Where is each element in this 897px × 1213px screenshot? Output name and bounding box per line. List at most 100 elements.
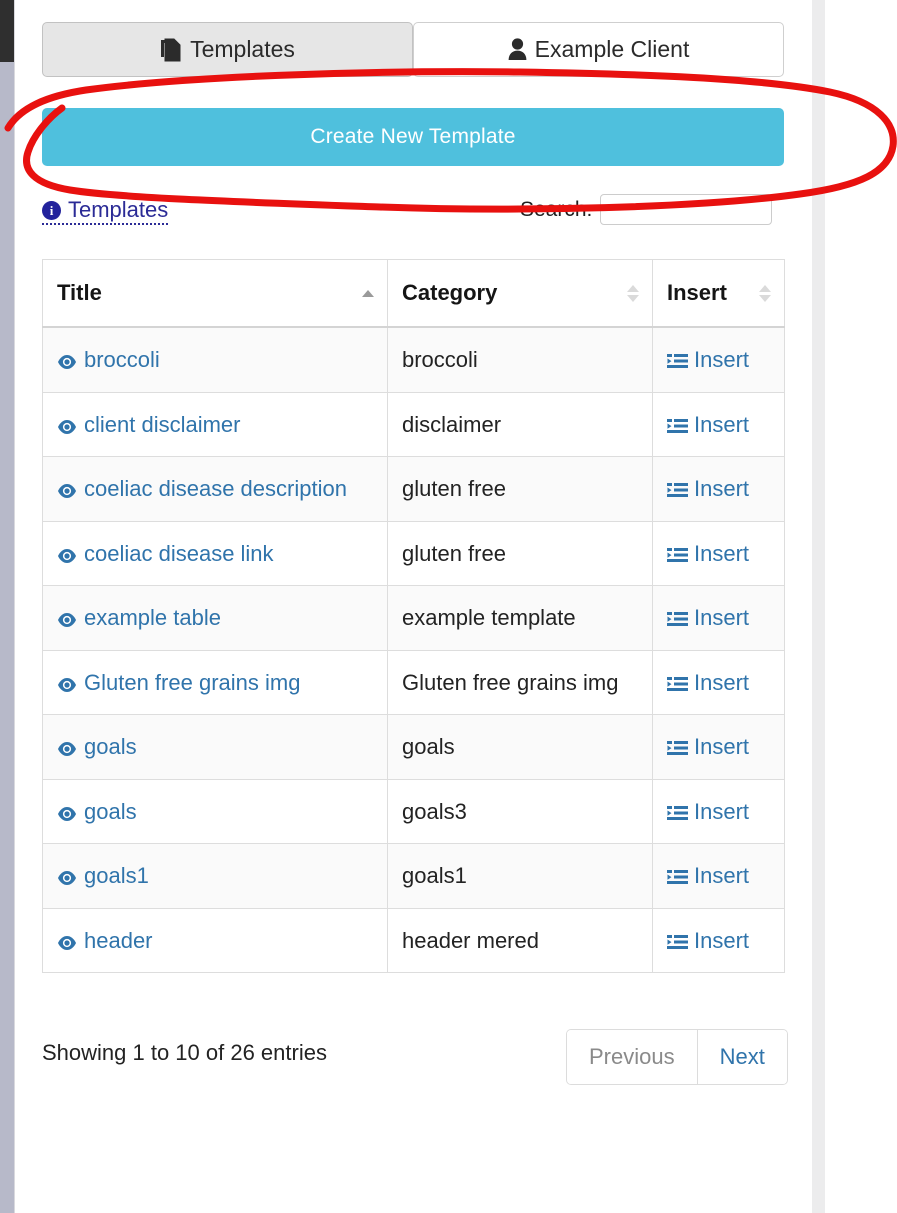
cell-title: goals	[42, 714, 388, 780]
eye-icon	[57, 354, 77, 370]
indent-list-icon	[667, 934, 688, 951]
cell-title: coeliac disease description	[42, 456, 388, 522]
cell-insert: Insert	[652, 456, 785, 522]
pagination-next-button[interactable]: Next	[697, 1030, 787, 1084]
template-preview-link[interactable]: client disclaimer	[57, 411, 241, 439]
table-header-row: Title Category Insert	[42, 259, 785, 328]
cell-category: disclaimer	[387, 391, 653, 457]
cell-title: goals1	[42, 843, 388, 909]
template-preview-link[interactable]: coeliac disease link	[57, 540, 274, 568]
eye-icon	[57, 548, 77, 564]
page-right-margin	[825, 0, 897, 1213]
tab-templates-label: Templates	[190, 36, 295, 62]
insert-template-button[interactable]: Insert	[667, 862, 749, 890]
template-preview-link[interactable]: coeliac disease description	[57, 475, 347, 503]
copy-files-icon	[160, 38, 182, 62]
table-row: coeliac disease description gluten free In…	[42, 456, 785, 522]
insert-label: Insert	[694, 798, 750, 824]
column-header-insert-label: Insert	[667, 280, 727, 305]
eye-icon	[57, 935, 77, 951]
cell-category: header mered	[387, 907, 653, 973]
template-title-label: Gluten free grains img	[84, 669, 301, 695]
search-area: Search:	[520, 194, 773, 225]
user-icon	[508, 38, 527, 61]
template-preview-link[interactable]: Gluten free grains img	[57, 669, 300, 697]
page-scrollbar[interactable]	[812, 0, 825, 1213]
template-title-label: header	[84, 927, 153, 953]
insert-template-button[interactable]: Insert	[667, 411, 749, 439]
insert-label: Insert	[694, 927, 750, 953]
cell-title: coeliac disease link	[42, 520, 388, 586]
template-category-label: header mered	[402, 927, 539, 953]
indent-list-icon	[667, 547, 688, 564]
column-header-title[interactable]: Title	[42, 259, 388, 328]
eye-icon	[57, 806, 77, 822]
template-category-label: broccoli	[402, 347, 478, 372]
create-new-template-button[interactable]: Create New Template	[42, 108, 784, 166]
cell-category: gluten free	[387, 520, 653, 586]
template-title-label: coeliac disease link	[84, 540, 274, 566]
table-entries-info: Showing 1 to 10 of 26 entries	[42, 1040, 327, 1065]
templates-info-link[interactable]: i Templates	[42, 197, 169, 226]
cell-category: goals	[387, 714, 653, 780]
pagination-previous-button[interactable]: Previous	[567, 1030, 698, 1084]
column-header-title-label: Title	[57, 280, 102, 305]
insert-template-button[interactable]: Insert	[667, 927, 749, 955]
tab-templates[interactable]: Templates	[42, 22, 413, 77]
tab-bar: Templates Example Client	[42, 22, 784, 77]
insert-template-button[interactable]: Insert	[667, 604, 749, 632]
table-row: header header mered Insert	[42, 907, 785, 973]
cell-title: Gluten free grains img	[42, 649, 388, 715]
insert-label: Insert	[694, 734, 750, 759]
insert-template-button[interactable]: Insert	[667, 540, 749, 568]
sort-none-icon	[759, 282, 771, 304]
cell-insert: Insert	[652, 907, 785, 973]
insert-template-button[interactable]: Insert	[667, 346, 749, 374]
search-input[interactable]	[600, 194, 773, 225]
cell-category: broccoli	[387, 326, 653, 393]
template-preview-link[interactable]: goals	[57, 733, 137, 761]
indent-list-icon	[667, 869, 688, 886]
indent-list-icon	[667, 418, 688, 435]
cell-insert: Insert	[652, 843, 785, 909]
column-header-category[interactable]: Category	[387, 259, 653, 328]
eye-icon	[57, 419, 77, 435]
table-row: client disclaimer disclaimer Insert	[42, 391, 785, 457]
pagination: Previous Next	[566, 1029, 788, 1085]
cell-insert: Insert	[652, 585, 785, 651]
template-preview-link[interactable]: goals1	[57, 862, 149, 890]
template-category-label: disclaimer	[402, 411, 502, 437]
tab-example-client[interactable]: Example Client	[413, 22, 784, 77]
template-preview-link[interactable]: example table	[57, 604, 221, 632]
info-circle-icon: i	[42, 200, 61, 220]
template-title-label: example table	[84, 605, 221, 630]
table-row: goals1 goals1 Insert	[42, 843, 785, 909]
template-title-label: goals	[84, 798, 137, 824]
template-preview-link[interactable]: header	[57, 927, 153, 955]
template-category-label: goals	[402, 734, 455, 759]
template-preview-link[interactable]: broccoli	[57, 346, 160, 374]
insert-template-button[interactable]: Insert	[667, 669, 749, 697]
template-preview-link[interactable]: goals	[57, 798, 137, 826]
cell-category: Gluten free grains img	[387, 649, 653, 715]
indent-list-icon	[667, 805, 688, 822]
cell-title: client disclaimer	[42, 391, 388, 457]
template-category-label: goals1	[402, 863, 467, 888]
insert-label: Insert	[694, 476, 750, 501]
insert-template-button[interactable]: Insert	[667, 733, 749, 761]
table-row: Gluten free grains img Gluten free grains…	[42, 649, 785, 715]
template-category-label: goals3	[402, 798, 467, 824]
column-header-insert[interactable]: Insert	[652, 259, 785, 328]
insert-template-button[interactable]: Insert	[667, 798, 749, 826]
cell-insert: Insert	[652, 520, 785, 586]
insert-template-button[interactable]: Insert	[667, 475, 749, 503]
cell-category: gluten free	[387, 456, 653, 522]
table-row: goals goals3 Insert	[42, 778, 785, 844]
indent-list-icon	[667, 353, 688, 370]
cell-category: example template	[387, 585, 653, 651]
template-category-label: Gluten free grains img	[402, 669, 619, 695]
cell-title: broccoli	[42, 326, 388, 393]
search-label: Search:	[520, 197, 593, 221]
templates-info-link-label: Templates	[68, 197, 169, 222]
insert-label: Insert	[694, 605, 750, 630]
